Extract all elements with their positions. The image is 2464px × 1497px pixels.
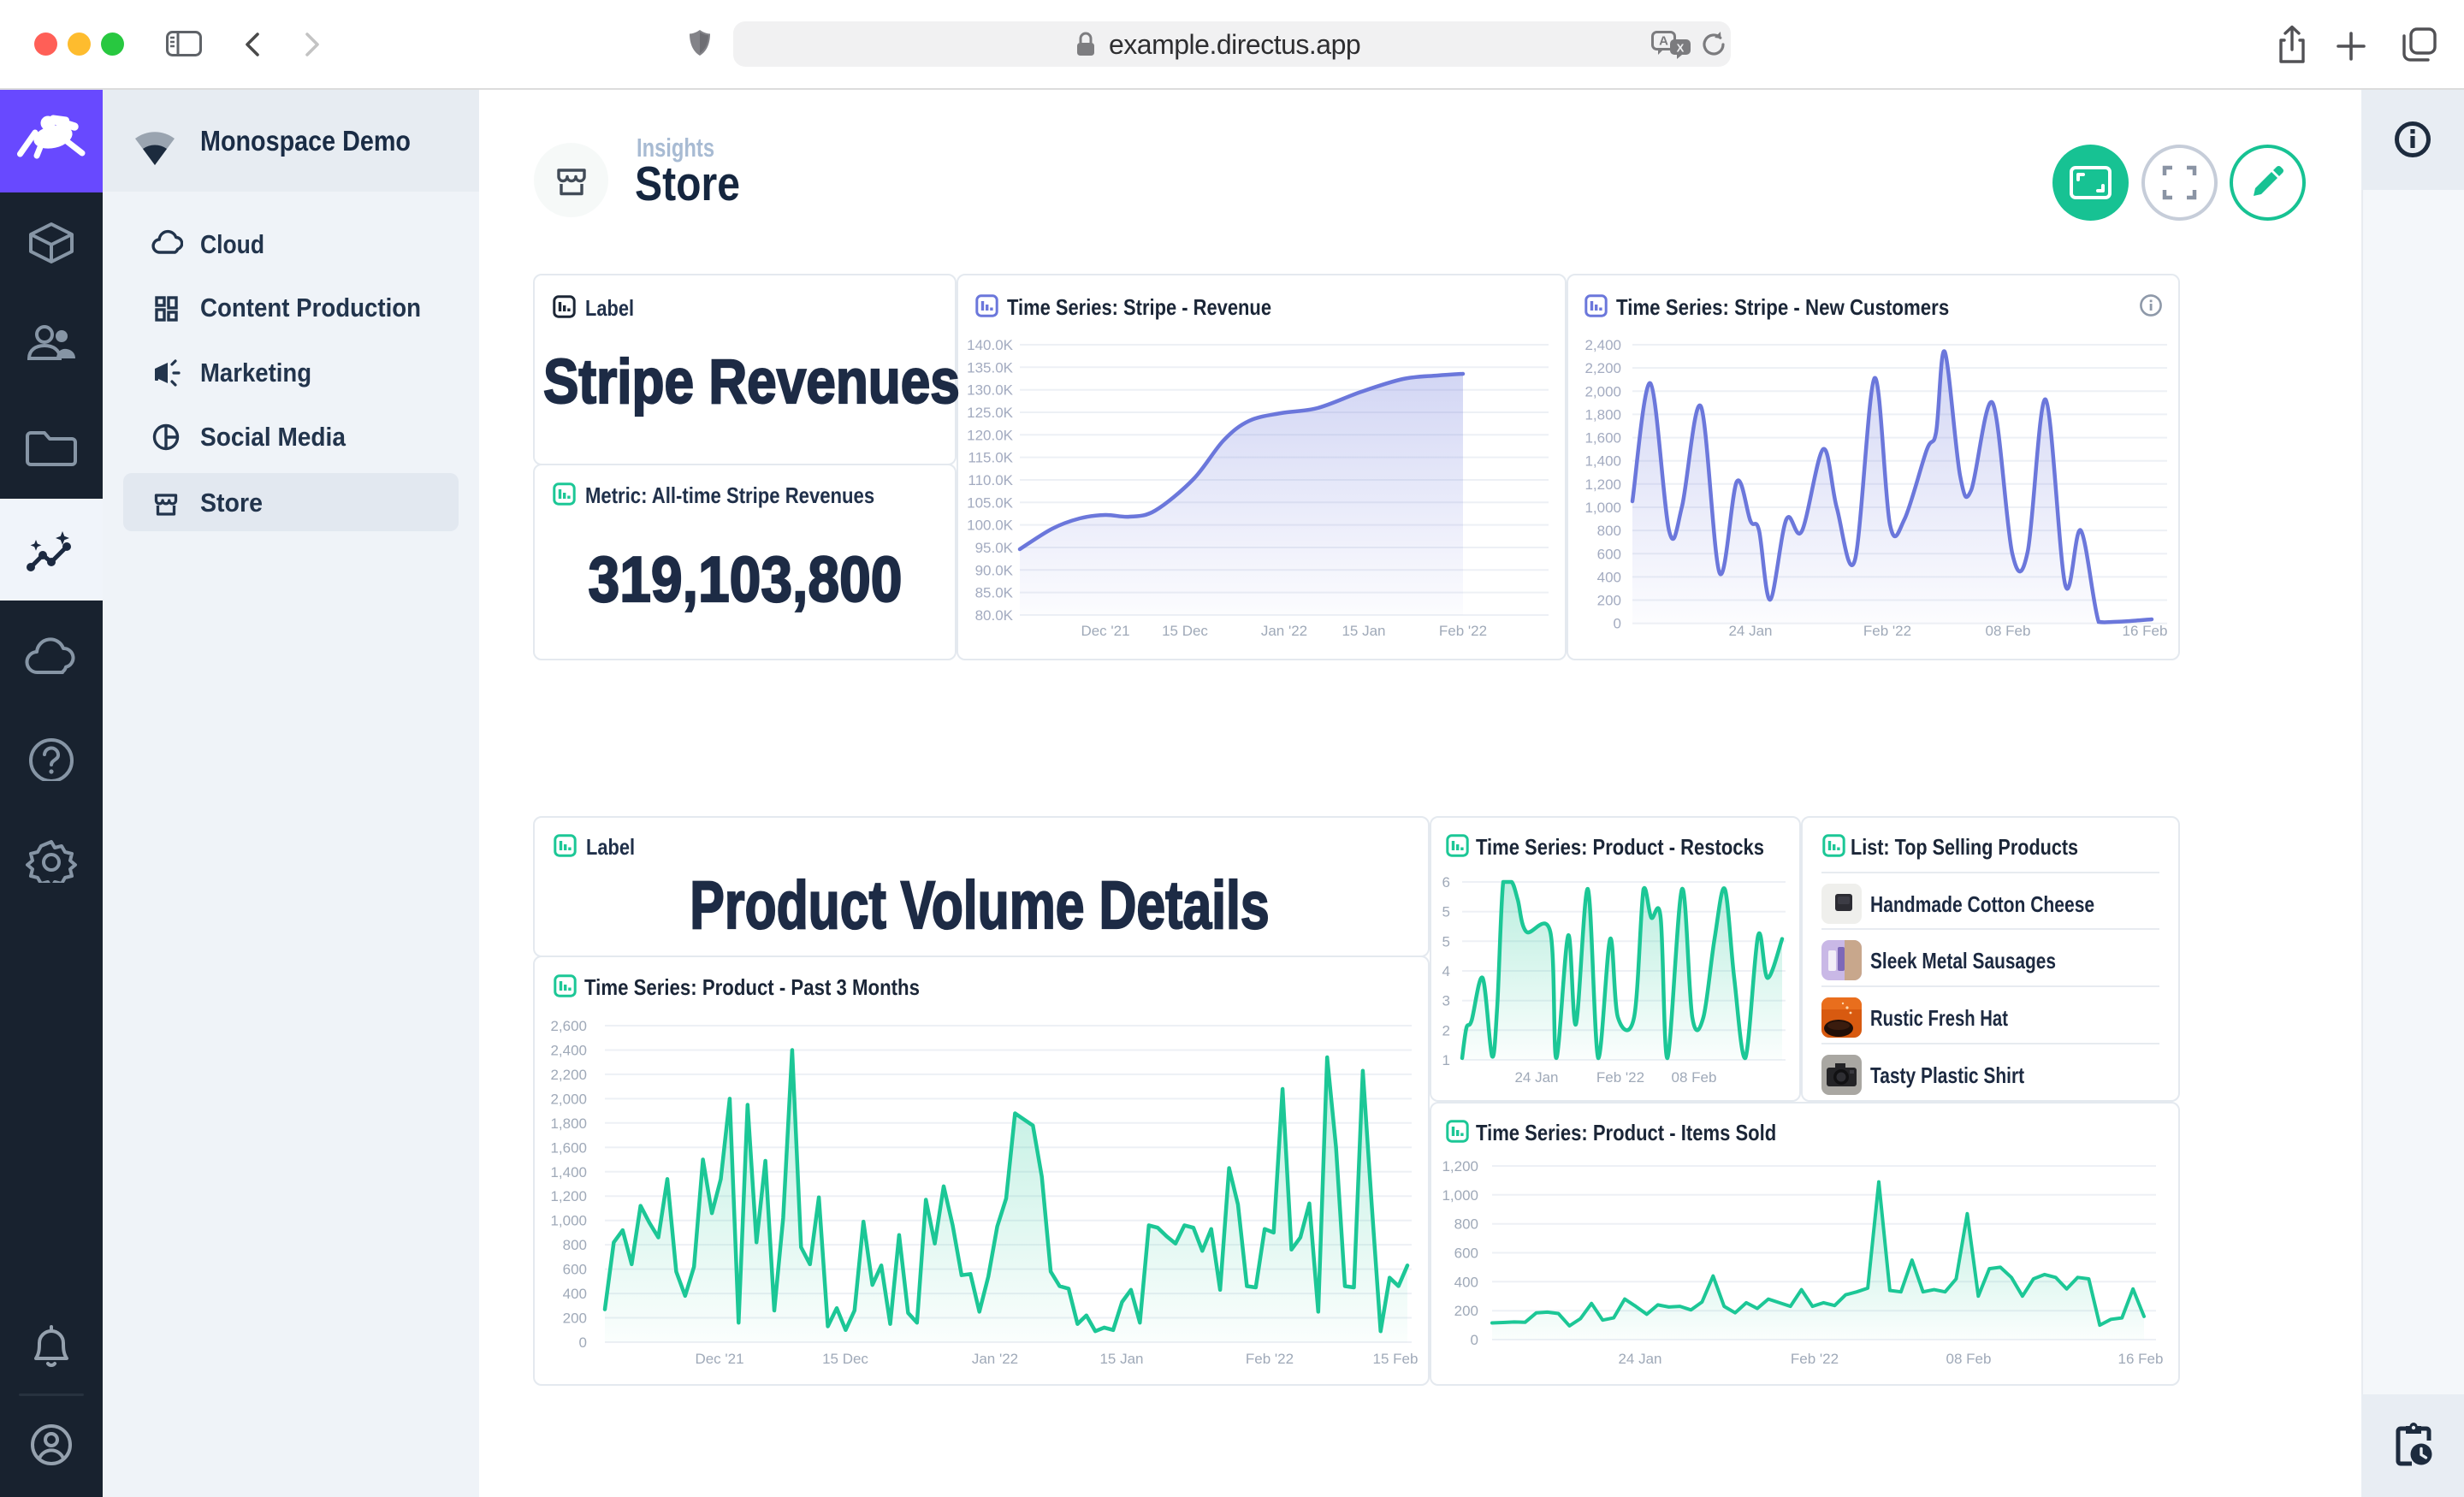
svg-text:A: A (1659, 34, 1668, 49)
svg-text:X: X (1677, 42, 1685, 55)
